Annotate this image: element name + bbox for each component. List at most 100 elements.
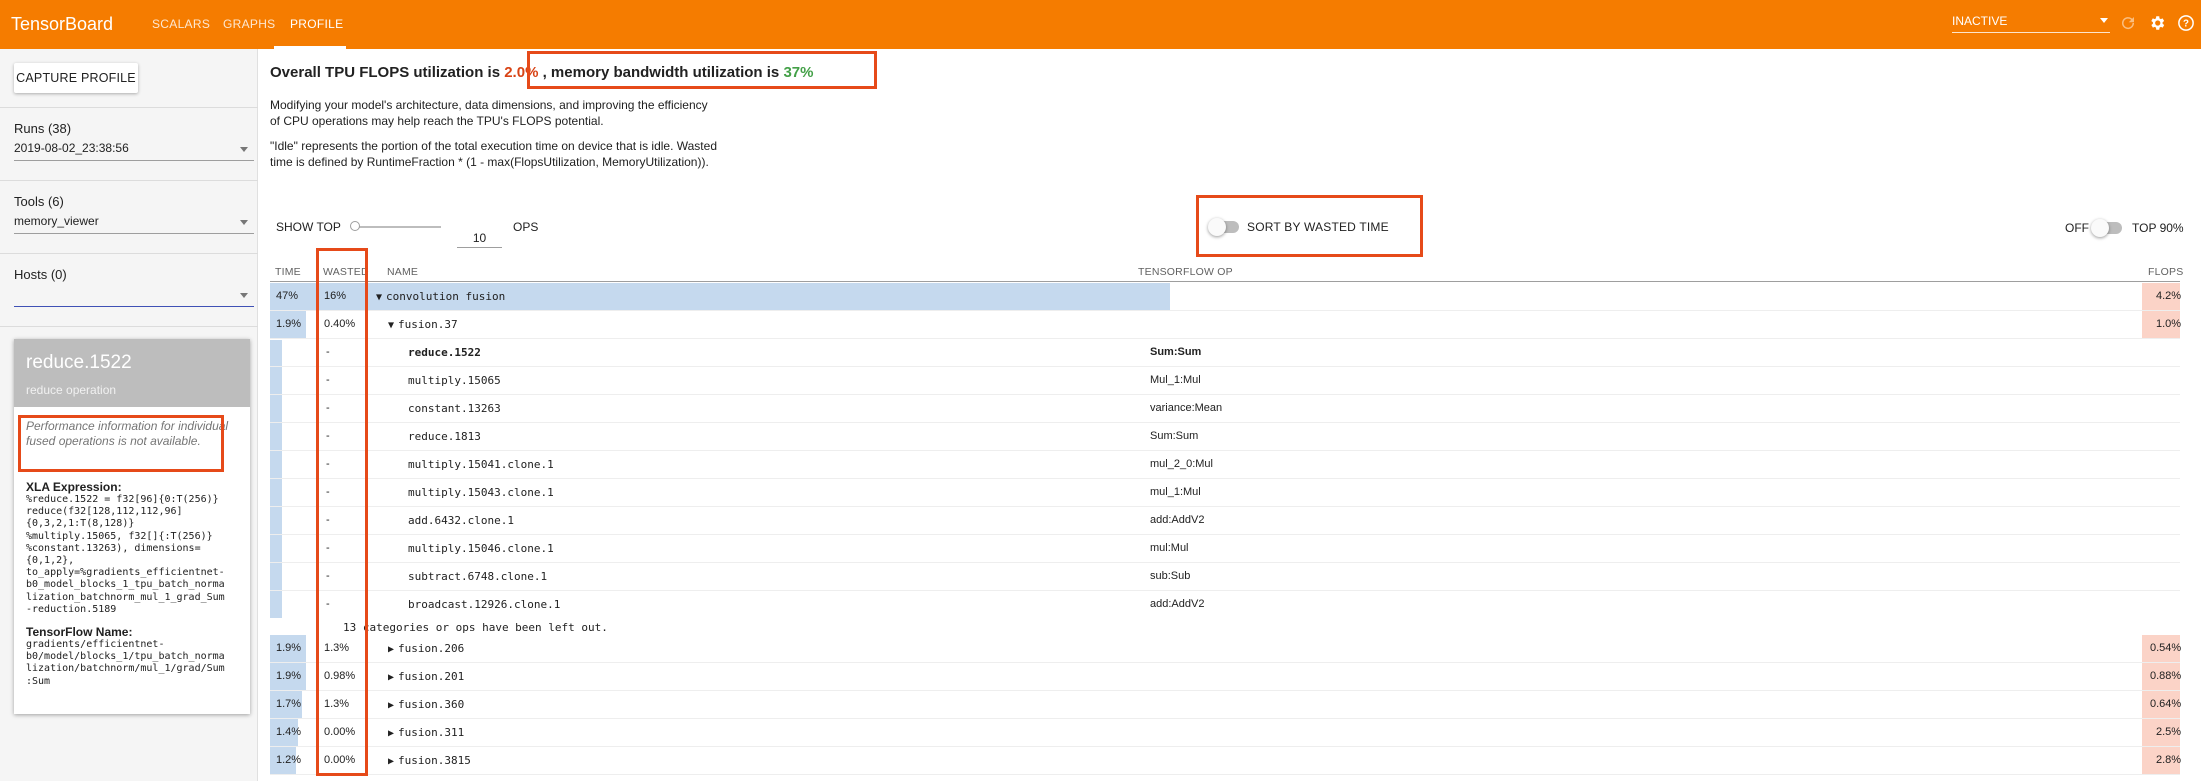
cell-tf-op: Mul_1:Mul (1150, 374, 1201, 386)
status-select-value: INACTIVE (1952, 14, 2008, 28)
show-top-slider[interactable] (353, 226, 441, 228)
table-row[interactable]: 1.4% 0.00% ▶ fusion.311 2.5% (270, 719, 2181, 747)
column-header-tensorflow-op[interactable]: TENSORFLOW OP (1138, 266, 1233, 278)
table-row[interactable]: - reduce.1522 Sum:Sum (270, 339, 2180, 367)
collapsed-triangle-icon[interactable]: ▶ (388, 672, 394, 683)
table-row[interactable]: - multiply.15065 Mul_1:Mul (270, 367, 2180, 395)
table-row[interactable]: - add.6432.clone.1 add:AddV2 (270, 507, 2180, 535)
op-name: fusion.206 (398, 642, 465, 655)
table-row[interactable]: - subtract.6748.clone.1 sub:Sub (270, 563, 2180, 591)
summary-prefix: Overall TPU FLOPS utilization is (270, 64, 505, 81)
table-row[interactable]: 1.2% 0.00% ▶ fusion.3815 2.8% (270, 747, 2181, 775)
tools-label: Tools (6) (14, 194, 64, 209)
cell-tf-op: mul_1:Mul (1150, 486, 1201, 498)
cell-name: add.6432.clone.1 (408, 514, 514, 527)
idle-line: "Idle" represents the portion of the tot… (270, 139, 717, 153)
slider-handle[interactable] (350, 221, 360, 231)
cell-name: constant.13263 (408, 402, 501, 415)
highlight-wasted-column (316, 248, 368, 776)
cell-tf-op: sub:Sub (1150, 570, 1191, 582)
top-app-bar: TensorBoard SCALARS GRAPHS PROFILE INACT… (0, 0, 2201, 49)
op-name: fusion.360 (398, 698, 465, 711)
hosts-select[interactable] (14, 287, 254, 307)
table-row[interactable]: - multiply.15041.clone.1 mul_2_0:Mul (270, 451, 2180, 479)
highlight-memory-bandwidth (527, 51, 877, 89)
top90-toggle[interactable] (2091, 219, 2122, 237)
chevron-down-icon (240, 220, 248, 225)
tools-select[interactable]: memory_viewer (14, 214, 254, 234)
op-name: convolution fusion (386, 290, 506, 303)
cell-tf-op: add:AddV2 (1150, 598, 1205, 610)
column-header-time[interactable]: TIME (275, 266, 301, 278)
tab-scalars[interactable]: SCALARS (152, 17, 210, 31)
table-row[interactable]: 1.9% 0.98% ▶ fusion.201 0.88% (270, 663, 2181, 691)
advice-line: Modifying your model's architecture, dat… (270, 98, 708, 112)
cell-flops: 1.0% (2156, 318, 2182, 330)
cell-time: 1.9% (276, 670, 302, 682)
op-detail-title: reduce.1522 (26, 352, 132, 373)
tensorflow-name-text: gradients/efficientnet- b0/model/blocks_… (26, 639, 225, 687)
status-select[interactable]: INACTIVE (1952, 14, 2110, 33)
table-row[interactable]: 1.9% 0.40% ▼ fusion.37 1.0% (270, 311, 2182, 339)
op-name: fusion.201 (398, 670, 465, 683)
table-row[interactable]: 1.9% 1.3% ▶ fusion.206 0.54% (270, 635, 2181, 663)
cell-tf-op: add:AddV2 (1150, 514, 1205, 526)
cell-name: ▶ fusion.206 (388, 642, 464, 655)
cell-name: ▶ fusion.201 (388, 670, 464, 683)
cell-time: 1.2% (276, 754, 302, 766)
table-row[interactable]: - constant.13263 variance:Mean (270, 395, 2180, 423)
highlight-fused-warning (18, 415, 224, 472)
table-row[interactable]: - reduce.1813 Sum:Sum (270, 423, 2180, 451)
table-row[interactable]: - multiply.15046.clone.1 mul:Mul (270, 535, 2180, 563)
collapsed-triangle-icon[interactable]: ▶ (388, 728, 394, 739)
refresh-icon[interactable] (2119, 14, 2137, 32)
show-top-input[interactable]: 10 (457, 228, 502, 248)
xla-expression-text: %reduce.1522 = f32[96]{0:T(256)} reduce(… (26, 494, 225, 615)
expanded-triangle-icon[interactable]: ▼ (388, 320, 394, 331)
collapsed-triangle-icon[interactable]: ▶ (388, 756, 394, 767)
cell-name: ▶ fusion.360 (388, 698, 464, 711)
main-content: Overall TPU FLOPS utilization is 2.0% , … (258, 49, 2201, 781)
runs-select-value: 2019-08-02_23:38:56 (14, 141, 129, 155)
op-detail-card: reduce.1522 reduce operation Performance… (14, 339, 250, 714)
xla-expression-heading: XLA Expression: (26, 480, 122, 494)
cell-name: reduce.1522 (408, 346, 481, 359)
op-name: fusion.311 (398, 726, 465, 739)
tab-graphs[interactable]: GRAPHS (223, 17, 275, 31)
cell-name: multiply.15065 (408, 374, 501, 387)
divider (0, 107, 258, 108)
cell-name: broadcast.12926.clone.1 (408, 598, 561, 611)
help-icon[interactable]: ? (2177, 14, 2195, 32)
column-header-flops[interactable]: FLOPS (2148, 266, 2183, 278)
advice-paragraph: Modifying your model's architecture, dat… (270, 98, 708, 129)
divider (0, 253, 258, 254)
cell-time: 1.9% (276, 318, 302, 330)
capture-profile-button[interactable]: CAPTURE PROFILE (14, 63, 138, 93)
collapsed-triangle-icon[interactable]: ▶ (388, 700, 394, 711)
cell-name: ▶ fusion.311 (388, 726, 464, 739)
expanded-triangle-icon[interactable]: ▼ (376, 292, 382, 303)
cell-name: ▶ fusion.3815 (388, 754, 471, 767)
top90-label: TOP 90% (2132, 221, 2184, 235)
highlight-sort-toggle (1196, 195, 1423, 257)
cell-tf-op: mul_2_0:Mul (1150, 458, 1213, 470)
app-title[interactable]: TensorBoard (11, 14, 113, 35)
divider (0, 326, 258, 327)
idle-line: time is defined by RuntimeFraction * (1 … (270, 154, 709, 169)
table-row[interactable]: - multiply.15043.clone.1 mul_1:Mul (270, 479, 2180, 507)
divider (0, 180, 258, 181)
cell-tf-op: mul:Mul (1150, 542, 1189, 554)
collapsed-triangle-icon[interactable]: ▶ (388, 644, 394, 655)
runs-select[interactable]: 2019-08-02_23:38:56 (14, 141, 254, 161)
cell-name: multiply.15041.clone.1 (408, 458, 554, 471)
op-detail-subtitle: reduce operation (26, 383, 117, 397)
svg-text:?: ? (2183, 18, 2189, 29)
table-row[interactable]: - broadcast.12926.clone.1 add:AddV2 (270, 591, 2180, 619)
column-header-name[interactable]: NAME (387, 266, 418, 278)
table-row[interactable]: 1.7% 1.3% ▶ fusion.360 0.64% (270, 691, 2182, 719)
cell-flops: 0.64% (2150, 698, 2182, 710)
table-row[interactable]: 47% 16% ▼ convolution fusion 4.2% (270, 283, 2181, 311)
tab-profile[interactable]: PROFILE (290, 17, 343, 31)
gear-icon[interactable] (2148, 14, 2166, 32)
cell-time: 1.7% (276, 698, 302, 710)
